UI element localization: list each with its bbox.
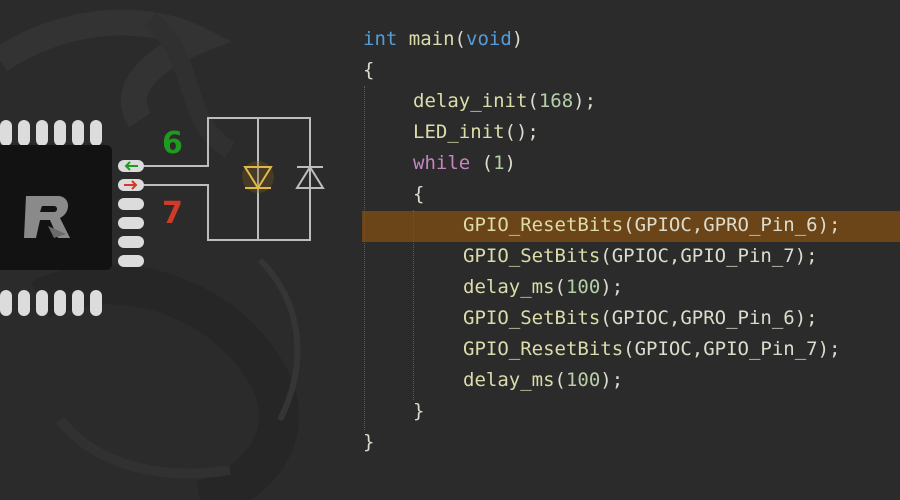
code-line[interactable]: { [363,179,841,210]
code-token: (GPIOC,GPIO_Pin_7); [600,245,818,267]
code-token: ( [527,90,539,112]
code-token: LED_init [413,121,505,143]
pin-7-label: 7 [162,196,183,231]
code-token: ); [600,369,624,391]
code-token: GPIO_ResetBits [463,214,624,236]
code-token: { [363,59,375,81]
code-line[interactable]: delay_ms(100); [363,365,841,396]
code-line[interactable]: delay_ms(100); [363,272,841,303]
code-token: 1 [493,152,505,174]
code-token: delay_ms [463,276,555,298]
code-token: ) [504,152,516,174]
code-token: GPIO_SetBits [463,307,601,329]
code-editor[interactable]: int main(void){delay_init(168); LED_init(… [363,24,841,458]
code-token: (GPIOC,GPRO_Pin_6); [623,214,841,236]
code-token: ( [470,152,494,174]
code-line[interactable]: GPIO_SetBits(GPIOC,GPRO_Pin_6); [363,303,841,334]
output-arrow-icon [124,180,138,190]
code-token: GPIO_SetBits [463,245,601,267]
code-token: { [413,183,425,205]
code-token: void [466,28,512,50]
code-token: } [413,400,425,422]
pin-6-label: 6 [162,126,183,161]
code-token: delay_ms [463,369,555,391]
code-token: (GPIOC,GPRO_Pin_6); [600,307,818,329]
code-token: } [363,431,375,453]
code-line[interactable]: GPIO_ResetBits(GPIOC,GPIO_Pin_7); [363,334,841,365]
code-token: ) [511,28,524,50]
code-token: ( [554,276,566,298]
code-token: 100 [565,276,601,298]
code-token: ( [454,28,466,50]
code-token: GPIO_ResetBits [463,338,624,360]
code-line[interactable]: GPIO_SetBits(GPIOC,GPIO_Pin_7); [363,241,841,272]
code-token: while [413,152,471,174]
code-token: delay_init [413,90,528,112]
code-line[interactable]: } [363,396,841,427]
code-token: (); [504,121,539,143]
code-token: 168 [538,90,574,112]
code-token: 100 [565,369,601,391]
code-token: ); [600,276,624,298]
code-line[interactable]: int main(void) [363,24,841,55]
code-token: (GPIOC,GPIO_Pin_7); [623,338,841,360]
code-line[interactable]: delay_init(168); [363,86,841,117]
code-line[interactable]: LED_init(); [363,117,841,148]
code-line[interactable]: { [363,55,841,86]
code-token: ); [573,90,597,112]
code-token: ( [554,369,566,391]
code-token: int [363,28,398,50]
input-arrow-icon [124,161,138,171]
code-line[interactable]: } [363,427,841,458]
code-line-highlighted[interactable]: GPIO_ResetBits(GPIOC,GPRO_Pin_6); [363,210,841,241]
code-line[interactable]: while (1) [363,148,841,179]
code-token: main [408,28,455,50]
